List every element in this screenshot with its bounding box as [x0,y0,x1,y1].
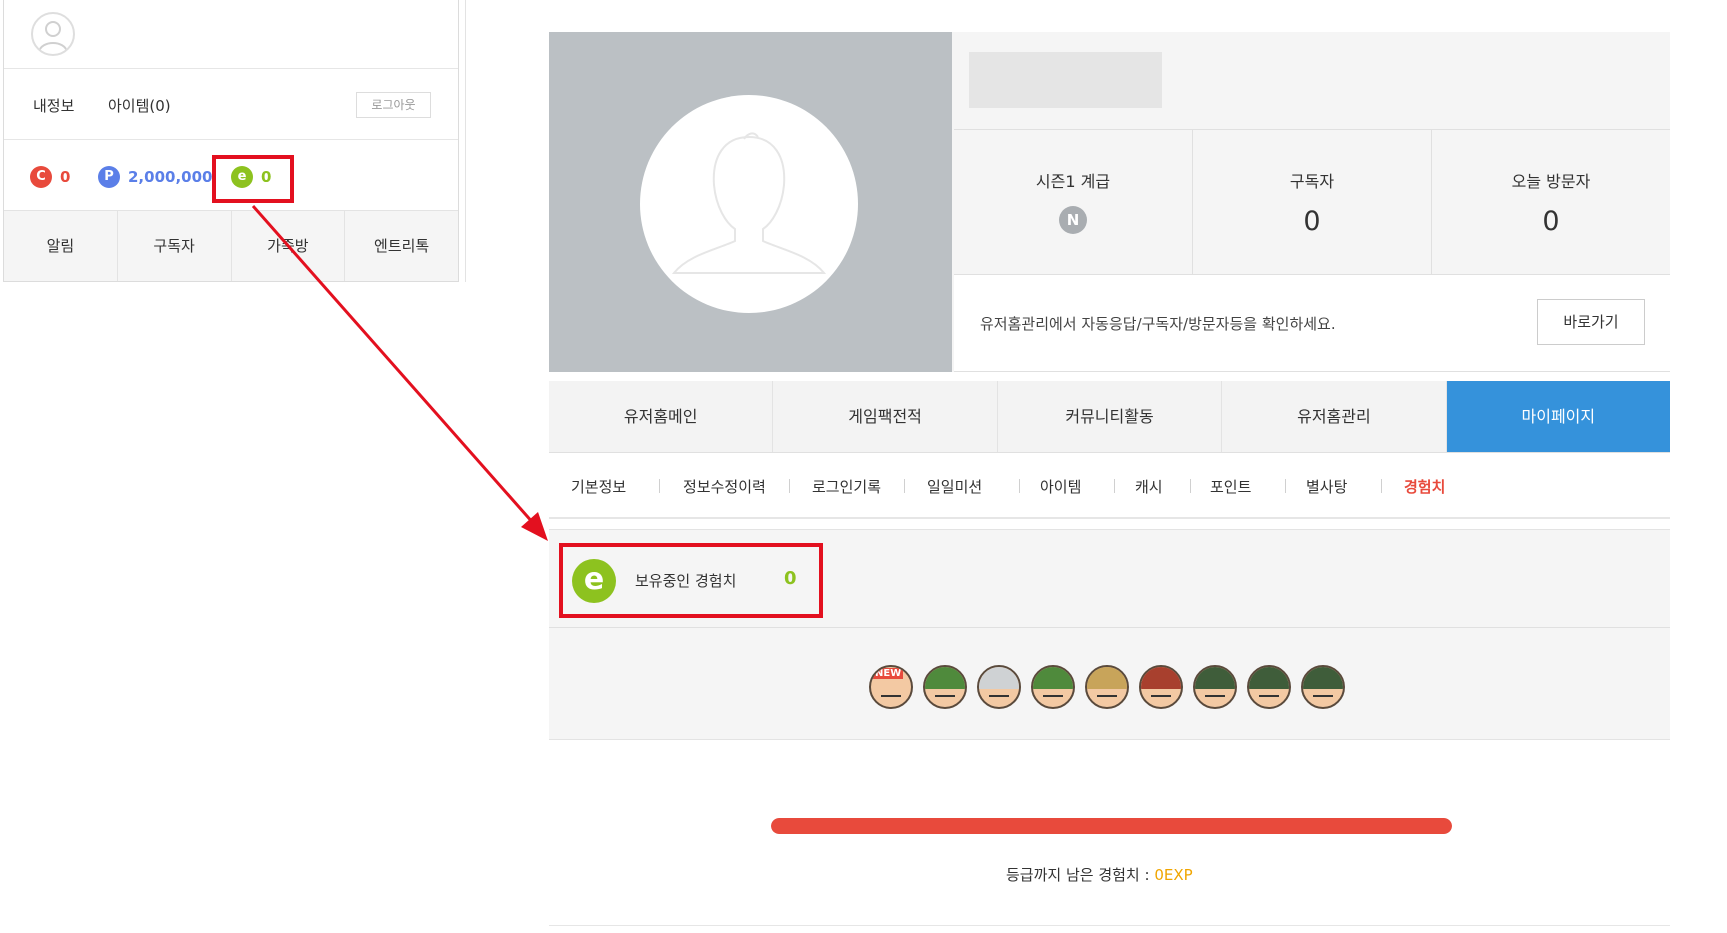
rank-helmet [925,667,965,689]
rank-face [1097,695,1117,699]
go-shortcut-button[interactable]: 바로가기 [1537,299,1645,345]
rank-2-icon [977,665,1021,709]
tab-alarm[interactable]: 알림 [4,211,118,281]
stat-season-rank: 시즌1 계급 N [954,130,1193,274]
subtab-experience[interactable]: 경험치 [1404,476,1445,497]
item-link[interactable]: 아이템(0) [108,95,171,116]
profile-image-area [549,32,952,372]
my-info-link[interactable]: 내정보 [33,95,74,116]
subtab-cash[interactable]: 캐시 [1135,476,1163,497]
rank-face [935,695,955,699]
subtab-login-record[interactable]: 로그인기록 [812,476,881,497]
divider [659,479,660,493]
rank-7-icon [1247,665,1291,709]
tab-family-room[interactable]: 가족방 [232,211,346,281]
divider [1190,479,1191,493]
rank-helmet [1087,667,1127,689]
tab-userhome-main[interactable]: 유저홈메인 [549,381,774,452]
profile-stats: 시즌1 계급 N 구독자 0 오늘 방문자 0 [954,129,1670,275]
subtab-point[interactable]: 포인트 [1210,476,1251,497]
rank-8-icon [1301,665,1345,709]
rank-6-icon [1193,665,1237,709]
cash-icon: C [30,166,52,188]
remaining-exp-value: 0EXP [1154,866,1193,884]
stat-value: 0 [1303,206,1321,237]
profile-avatar-icon [640,95,858,313]
rank-helmet [1249,667,1289,689]
divider [1285,479,1286,493]
stat-label: 구독자 [1289,172,1335,191]
annotation-highlight-box [559,543,823,618]
rank-icons: NEW [869,665,1345,711]
rank-helmet [1141,667,1181,689]
subtab-edit-history[interactable]: 정보수정이력 [683,476,766,497]
rank-face [881,695,901,699]
rank-new-icon: NEW [869,665,913,709]
profile-info: 시즌1 계급 N 구독자 0 오늘 방문자 0 유저홈관리에서 자동응답/구독자… [952,32,1670,372]
mini-panel-tabs: 알림 구독자 가족방 엔트리톡 [4,210,458,281]
rank-face [989,695,1009,699]
rank-face [1151,695,1171,699]
rank-4-icon [1085,665,1129,709]
rank-face [1313,695,1333,699]
divider [1114,479,1115,493]
subtab-item[interactable]: 아이템 [1040,476,1081,497]
tab-mypage[interactable]: 마이페이지 [1446,381,1671,452]
rank-helmet: NEW [871,667,911,689]
exp-progress-fill [771,818,1452,834]
manage-description: 유저홈관리에서 자동응답/구독자/방문자등을 확인하세요. [980,315,1336,333]
cash-value: 0 [60,168,71,186]
tab-community-activity[interactable]: 커뮤니티활동 [998,381,1223,452]
annotation-highlight-box [212,155,294,203]
subtab-basic-info[interactable]: 기본정보 [571,476,626,497]
stat-today-visitors: 오늘 방문자 0 [1432,130,1670,274]
rank-helmet [1303,667,1343,689]
sub-nav: 기본정보 정보수정이력 로그인기록 일일미션 아이템 캐시 포인트 별사탕 경험… [549,453,1670,519]
divider [904,479,905,493]
mini-panel-links: 내정보 아이템(0) 로그아웃 [4,68,458,140]
panel-divider [465,0,466,282]
tab-subscribers[interactable]: 구독자 [118,211,232,281]
divider [789,479,790,493]
stat-subscribers: 구독자 0 [1193,130,1432,274]
exp-progress-bar [771,818,1452,834]
rank-helmet [1195,667,1235,689]
divider [1381,479,1382,493]
subtab-daily-mission[interactable]: 일일미션 [927,476,982,497]
userhome-manage-row: 유저홈관리에서 자동응답/구독자/방문자등을 확인하세요. 바로가기 [954,275,1670,372]
rank-face [1043,695,1063,699]
stat-value: 0 [1542,206,1560,237]
point-value: 2,000,000 [128,168,213,186]
nickname-placeholder [969,52,1162,108]
remaining-exp-text: 등급까지 남은 경험치 : 0EXP [1006,864,1193,885]
rank-new-badge: NEW [873,668,904,679]
user-mini-panel: 내정보 아이템(0) 로그아웃 C 0 P 2,000,000 e 0 알림 구… [3,0,459,282]
divider [549,627,1670,628]
rank-1-icon [923,665,967,709]
tab-userhome-manage[interactable]: 유저홈관리 [1222,381,1447,452]
stat-label: 시즌1 계급 [1035,172,1111,191]
divider [549,925,1670,926]
rank-3-icon [1031,665,1075,709]
rank-helmet [1033,667,1073,689]
rank-face [1259,695,1279,699]
remaining-exp-label: 등급까지 남은 경험치 : [1006,866,1155,884]
avatar-icon [31,12,75,56]
rank-face [1205,695,1225,699]
subtab-star-candy[interactable]: 별사탕 [1306,476,1347,497]
main-nav: 유저홈메인 게임팩전적 커뮤니티활동 유저홈관리 마이페이지 [549,381,1671,453]
rank-n-icon: N [1059,206,1087,234]
rank-helmet [979,667,1019,689]
divider [1019,479,1020,493]
stat-label: 오늘 방문자 [1511,172,1591,191]
logout-button[interactable]: 로그아웃 [356,92,431,118]
tab-gamepack-record[interactable]: 게임팩전적 [773,381,998,452]
point-icon: P [98,166,120,188]
rank-5-icon [1139,665,1183,709]
tab-entry-talk[interactable]: 엔트리톡 [345,211,458,281]
